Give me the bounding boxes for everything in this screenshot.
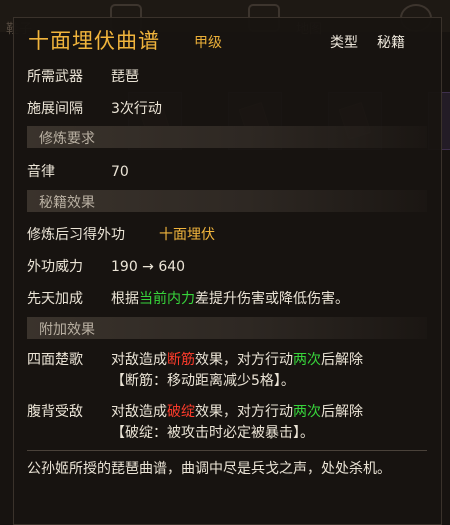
flavor-divider [27, 450, 427, 451]
item-type-value: 秘籍 [377, 35, 405, 51]
section-extra-header: 附加效果 [27, 317, 427, 339]
section-effects-header: 秘籍效果 [27, 190, 427, 212]
innate-bonus-label: 先天加成 [27, 291, 83, 307]
item-title: 十面埋伏曲谱 [28, 29, 160, 53]
weapon-value: 琵琶 [111, 69, 139, 85]
extra-effect-detail: 【破绽：被攻击时必定被暴击】。 [111, 425, 314, 441]
interval-label: 施展间隔 [27, 101, 83, 117]
item-grade: 甲级 [194, 35, 222, 51]
skill-power-value: 190 → 640 [111, 259, 186, 275]
item-type-label: 类型 [330, 35, 358, 51]
weapon-label: 所需武器 [27, 69, 83, 85]
skill-power-label: 外功威力 [27, 259, 83, 275]
extra-effect-line: 对敌造成破绽效果，对方行动两次后解除 [111, 404, 363, 420]
extra-effect-line: 对敌造成断筋效果，对方行动两次后解除 [111, 352, 363, 368]
learn-skill-label: 修炼后习得外功 [27, 227, 125, 243]
section-training-header: 修炼要求 [27, 126, 427, 148]
game-screen: 鞋子 地图 十面埋伏曲谱 甲级 类型 秘籍 所需武器 琵琶 施展间隔 3次行动 … [0, 0, 450, 525]
innate-bonus-text: 根据当前内力差提升伤害或降低伤害。 [111, 291, 349, 307]
interval-value: 3次行动 [111, 101, 162, 117]
requirement-value: 70 [111, 164, 129, 180]
extra-effect-name: 腹背受敌 [27, 404, 83, 420]
section-training-title: 修炼要求 [39, 131, 95, 147]
learn-skill-value: 十面埋伏 [159, 227, 215, 243]
requirement-label: 音律 [27, 164, 55, 180]
section-extra-title: 附加效果 [39, 322, 95, 338]
extra-effect-name: 四面楚歌 [27, 352, 83, 368]
extra-effect-detail: 【断筋：移动距离减少5格】。 [111, 373, 295, 389]
section-effects-title: 秘籍效果 [39, 195, 95, 211]
flavor-text: 公孙姬所授的琵琶曲谱，曲调中尽是兵戈之声，处处杀机。 [27, 461, 391, 477]
item-tooltip-panel: 十面埋伏曲谱 甲级 类型 秘籍 所需武器 琵琶 施展间隔 3次行动 修炼要求 音… [13, 17, 442, 525]
tooltip-header: 十面埋伏曲谱 甲级 类型 秘籍 [14, 18, 441, 56]
